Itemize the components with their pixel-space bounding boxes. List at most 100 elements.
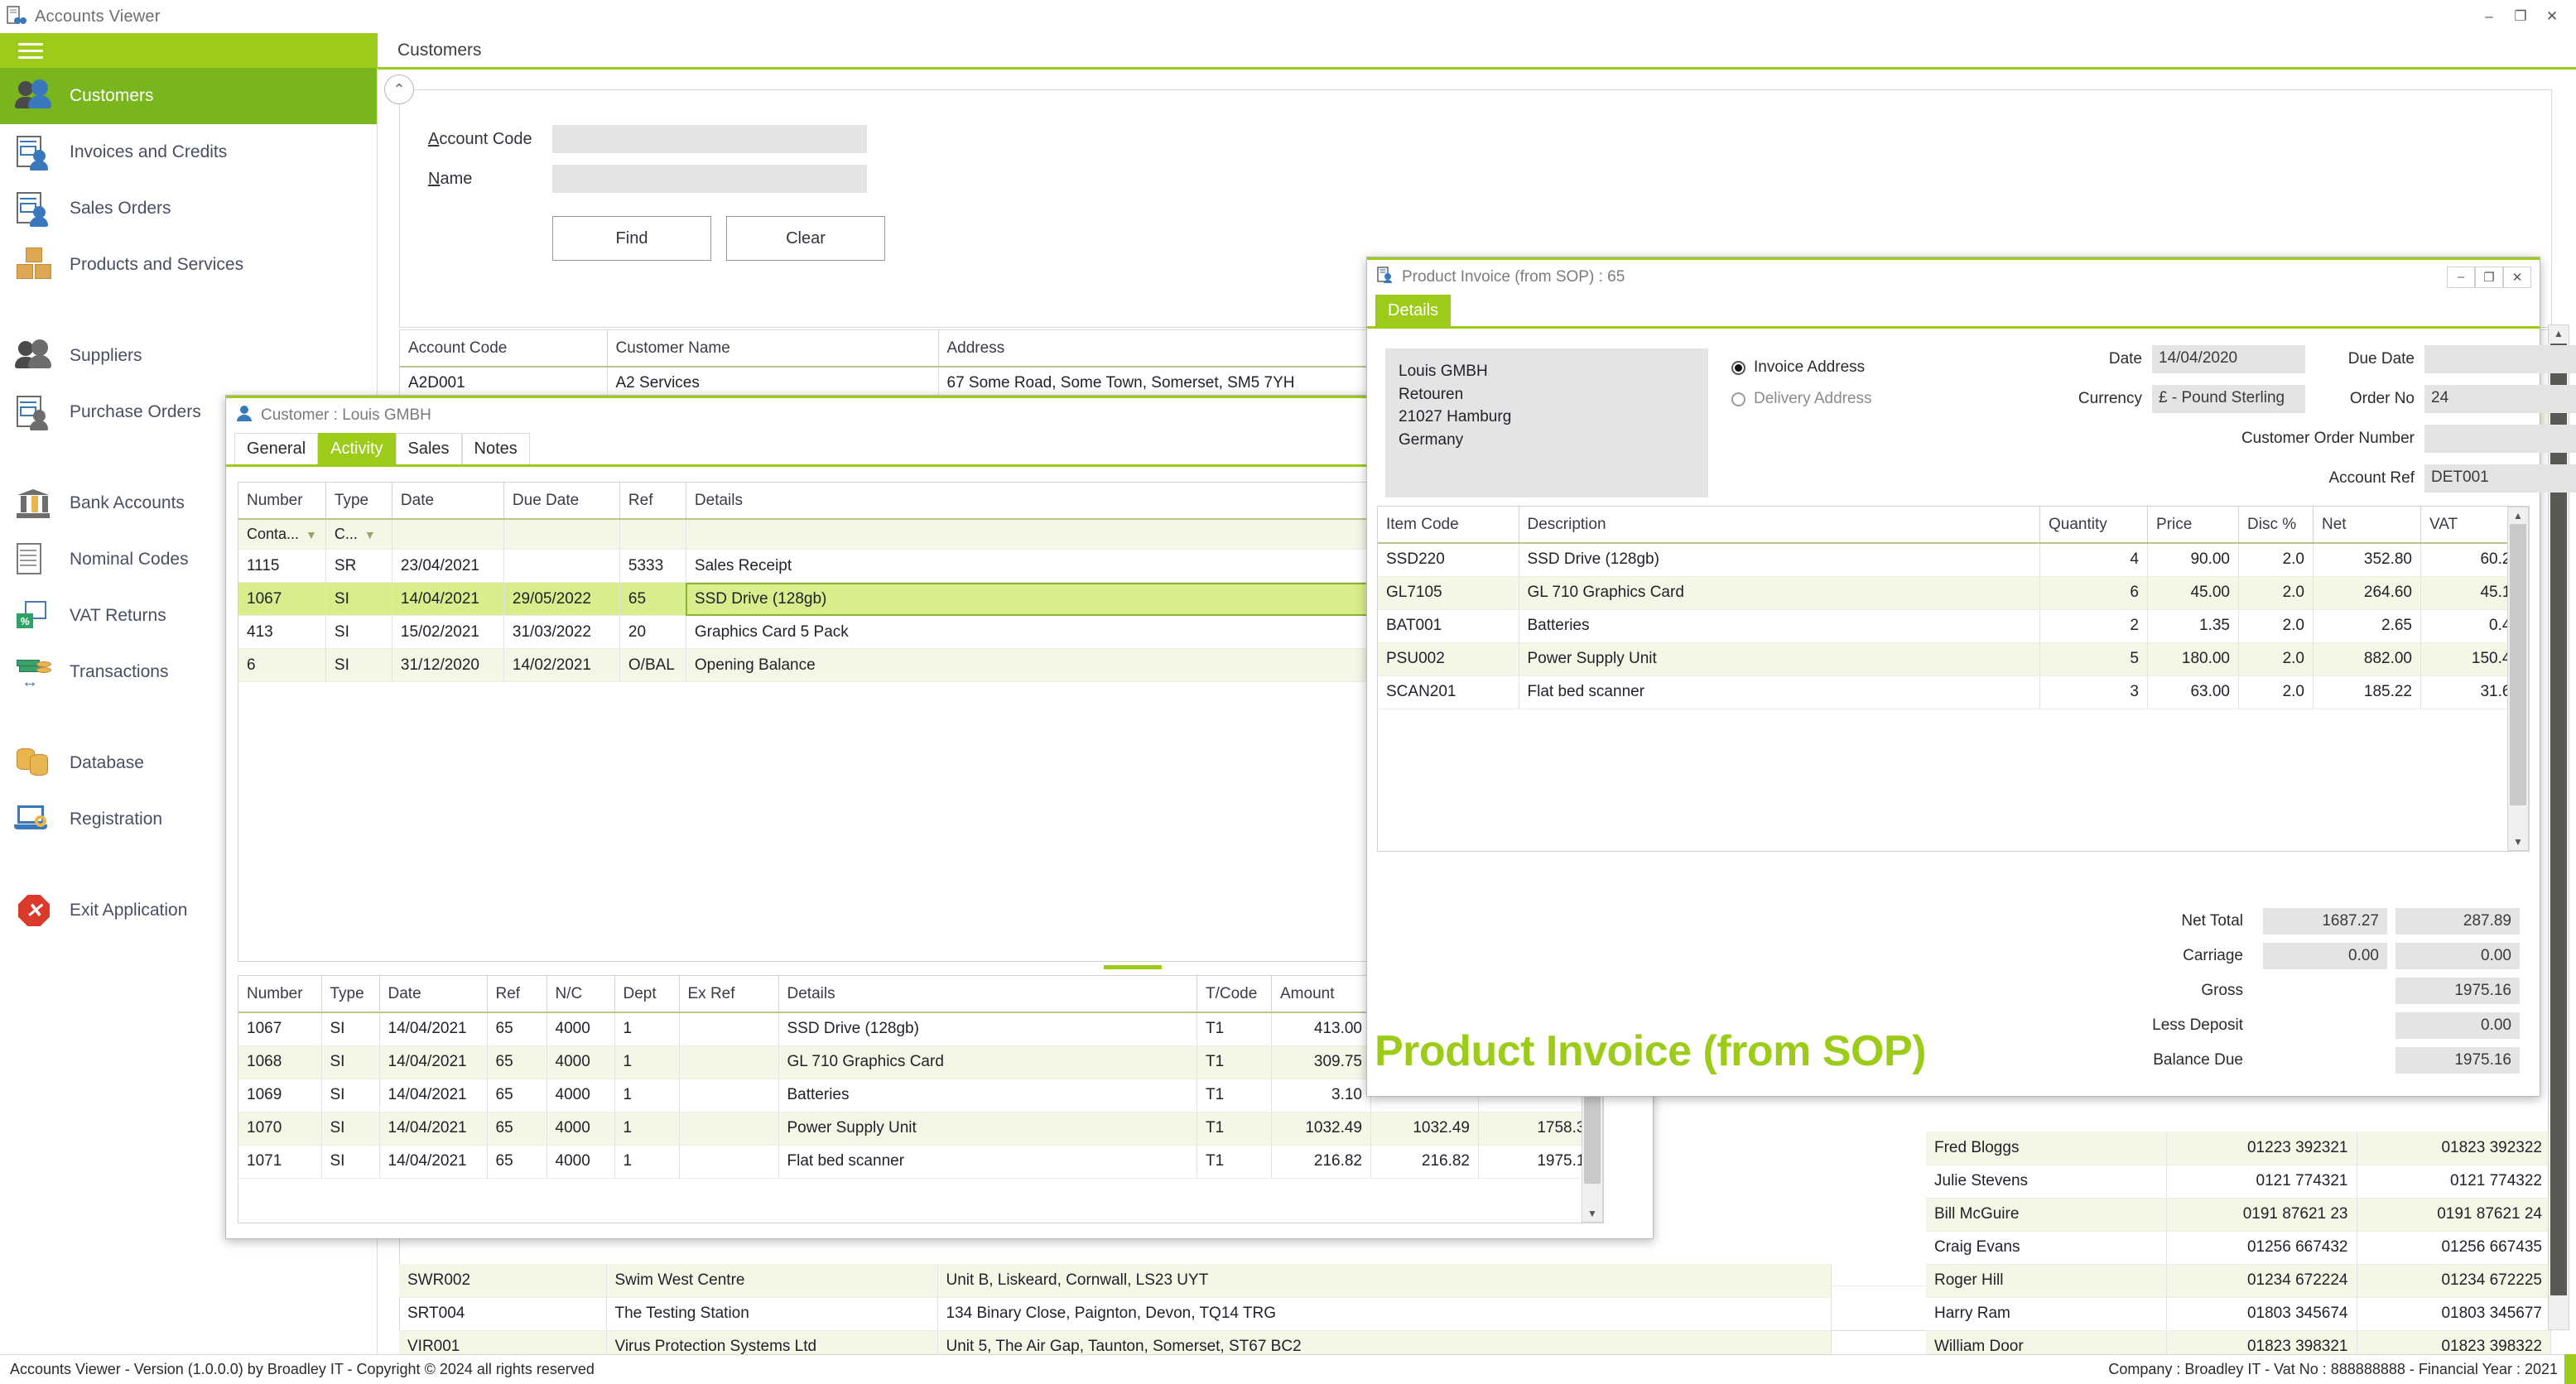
sidebar-item-invoices-and-credits[interactable]: Invoices and Credits bbox=[0, 124, 377, 180]
scroll-up-arrow-icon[interactable]: ▲ bbox=[2551, 328, 2566, 339]
sidebar-item-products-and-services[interactable]: Products and Services bbox=[0, 237, 377, 293]
column-number[interactable]: Number bbox=[238, 483, 326, 520]
column-ex-ref[interactable]: Ex Ref bbox=[679, 976, 779, 1013]
minimize-button[interactable]: – bbox=[2473, 5, 2505, 28]
table-row[interactable]: GL7105 GL 710 Graphics Card 6 45.00 2.0 … bbox=[1378, 576, 2529, 610]
table-row[interactable]: Bill McGuire 0191 87621 23 0191 87621 24 bbox=[1926, 1198, 2551, 1232]
radio-invoice-address[interactable]: Invoice Address bbox=[1731, 352, 1872, 383]
column-number[interactable]: Number bbox=[238, 976, 322, 1013]
column-item-code[interactable]: Item Code bbox=[1378, 507, 1519, 544]
invoice-minimize-button[interactable]: – bbox=[2447, 266, 2475, 288]
close-button[interactable]: ✕ bbox=[2536, 5, 2568, 28]
invoice-restore-button[interactable]: ❐ bbox=[2475, 266, 2503, 288]
find-button[interactable]: Find bbox=[552, 216, 711, 261]
table-row[interactable]: Roger Hill 01234 672224 01234 672225 bbox=[1926, 1264, 2551, 1298]
app-title: Accounts Viewer bbox=[35, 7, 161, 26]
customer-list-bottom-rows[interactable]: SWR002 Swim West Centre Unit B, Liskeard… bbox=[399, 1264, 1832, 1364]
column-due-date[interactable]: Due Date bbox=[503, 483, 620, 520]
filter-cell-number[interactable]: Conta... ▼ bbox=[238, 519, 326, 550]
table-row[interactable]: SRT004 The Testing Station 134 Binary Cl… bbox=[399, 1297, 1832, 1331]
sidebar-item-customers[interactable]: Customers bbox=[0, 68, 377, 124]
column-account-code[interactable]: Account Code bbox=[400, 330, 608, 368]
invoice-window-titlebar[interactable]: Product Invoice (from SOP) : 65 – ❐ ✕ bbox=[1367, 257, 2540, 294]
account-ref-value[interactable]: DET001 bbox=[2424, 464, 2576, 493]
cell-ex-ref bbox=[679, 1112, 779, 1146]
column-dept[interactable]: Dept bbox=[614, 976, 680, 1013]
clear-button[interactable]: Clear bbox=[726, 216, 885, 261]
currency-value[interactable]: £ - Pound Sterling bbox=[2152, 385, 2305, 413]
column-type[interactable]: Type bbox=[321, 976, 380, 1013]
invoice-close-button[interactable]: ✕ bbox=[2503, 266, 2531, 288]
registration-icon bbox=[14, 800, 56, 839]
tab-details[interactable]: Details bbox=[1375, 295, 1452, 326]
sidebar-item-suppliers[interactable]: Suppliers bbox=[0, 328, 377, 384]
splitter-handle[interactable] bbox=[1104, 965, 1162, 969]
column-ref[interactable]: Ref bbox=[487, 976, 547, 1013]
table-row[interactable]: BAT001 Batteries 2 1.35 2.0 2.65 0.45 bbox=[1378, 609, 2529, 643]
cell-quantity: 3 bbox=[2039, 675, 2148, 709]
sidebar-menu-toggle[interactable] bbox=[0, 33, 378, 68]
table-row[interactable]: 1070 SI 14/04/2021 65 4000 1 Power Suppl… bbox=[238, 1112, 1603, 1146]
filter-cell-ref[interactable] bbox=[619, 519, 686, 550]
filter-cell-type[interactable]: C... ▼ bbox=[325, 519, 392, 550]
tab-general[interactable]: General bbox=[234, 433, 319, 464]
column-net[interactable]: Net bbox=[2313, 507, 2421, 544]
cell-contact-fax: 01256 667435 bbox=[2357, 1231, 2551, 1265]
sidebar-item-sales-orders[interactable]: Sales Orders bbox=[0, 180, 377, 237]
scrollbar-thumb[interactable] bbox=[2510, 524, 2526, 805]
tab-sales[interactable]: Sales bbox=[395, 433, 462, 464]
filter-cell-due-date[interactable] bbox=[503, 519, 620, 550]
cell-price: 180.00 bbox=[2147, 642, 2239, 676]
column-date[interactable]: Date bbox=[379, 976, 488, 1013]
cell-item-code: GL7105 bbox=[1378, 576, 1519, 610]
tab-customers[interactable]: Customers bbox=[378, 41, 502, 60]
restore-button[interactable]: ❐ bbox=[2505, 5, 2536, 28]
tab-activity[interactable]: Activity bbox=[318, 433, 396, 464]
funnel-icon[interactable]: ▼ bbox=[306, 528, 317, 541]
column-ref[interactable]: Ref bbox=[619, 483, 686, 520]
customer-contacts-grid[interactable]: Fred Bloggs 01223 392321 01823 392322 Ju… bbox=[1926, 1132, 2551, 1364]
table-row[interactable]: Craig Evans 01256 667432 01256 667435 bbox=[1926, 1231, 2551, 1265]
scroll-up-arrow-icon[interactable]: ▲ bbox=[2511, 510, 2525, 521]
tab-notes[interactable]: Notes bbox=[461, 433, 530, 464]
funnel-icon[interactable]: ▼ bbox=[364, 528, 376, 541]
column-disc[interactable]: Disc % bbox=[2238, 507, 2314, 544]
column-customer-name[interactable]: Customer Name bbox=[607, 330, 939, 368]
table-row[interactable]: SSD220 SSD Drive (128gb) 4 90.00 2.0 352… bbox=[1378, 543, 2529, 577]
table-row[interactable]: SWR002 Swim West Centre Unit B, Liskeard… bbox=[399, 1264, 1832, 1298]
account-code-input[interactable] bbox=[552, 125, 867, 153]
table-row[interactable]: Harry Ram 01803 345674 01803 345677 bbox=[1926, 1297, 2551, 1331]
cell-nc: 4000 bbox=[546, 1079, 615, 1112]
column-tcode[interactable]: T/Code bbox=[1197, 976, 1272, 1013]
scroll-down-arrow-icon[interactable]: ▼ bbox=[1585, 1208, 1600, 1219]
column-date[interactable]: Date bbox=[392, 483, 504, 520]
chevron-up-icon[interactable]: ⌃ bbox=[384, 74, 414, 104]
invoice-lines-scrollbar[interactable]: ▲ ▼ bbox=[2507, 507, 2529, 851]
table-row[interactable]: Fred Bloggs 01223 392321 01823 392322 bbox=[1926, 1132, 2551, 1165]
table-row[interactable]: SCAN201 Flat bed scanner 3 63.00 2.0 185… bbox=[1378, 675, 2529, 709]
column-details[interactable]: Details bbox=[686, 483, 1480, 520]
name-input[interactable] bbox=[552, 165, 867, 193]
radio-delivery-address[interactable]: Delivery Address bbox=[1731, 383, 1872, 415]
column-quantity[interactable]: Quantity bbox=[2039, 507, 2148, 544]
due-date-value[interactable] bbox=[2424, 345, 2576, 373]
column-price[interactable]: Price bbox=[2147, 507, 2239, 544]
order-no-value[interactable]: 24 bbox=[2424, 385, 2576, 413]
cell-account-code: SRT004 bbox=[399, 1297, 607, 1331]
customer-order-number-value[interactable] bbox=[2424, 425, 2576, 453]
table-row[interactable]: PSU002 Power Supply Unit 5 180.00 2.0 88… bbox=[1378, 642, 2529, 676]
scroll-down-arrow-icon[interactable]: ▼ bbox=[2511, 836, 2525, 848]
invoice-lines-grid[interactable]: Item Code Description Quantity Price Dis… bbox=[1377, 506, 2530, 852]
date-value[interactable]: 14/04/2020 bbox=[2152, 345, 2305, 373]
column-amount[interactable]: Amount bbox=[1271, 976, 1371, 1013]
table-row[interactable]: 1071 SI 14/04/2021 65 4000 1 Flat bed sc… bbox=[238, 1145, 1603, 1179]
column-description[interactable]: Description bbox=[1519, 507, 2040, 544]
table-row[interactable]: Julie Stevens 0121 774321 0121 774322 bbox=[1926, 1165, 2551, 1199]
filter-cell-details[interactable] bbox=[686, 519, 1480, 550]
total-net-value: 1687.27 bbox=[2263, 908, 2387, 935]
filter-cell-date[interactable] bbox=[392, 519, 504, 550]
column-type[interactable]: Type bbox=[325, 483, 392, 520]
total-label: Gross bbox=[2201, 982, 2243, 999]
column-nc[interactable]: N/C bbox=[546, 976, 615, 1013]
column-details[interactable]: Details bbox=[778, 976, 1197, 1013]
